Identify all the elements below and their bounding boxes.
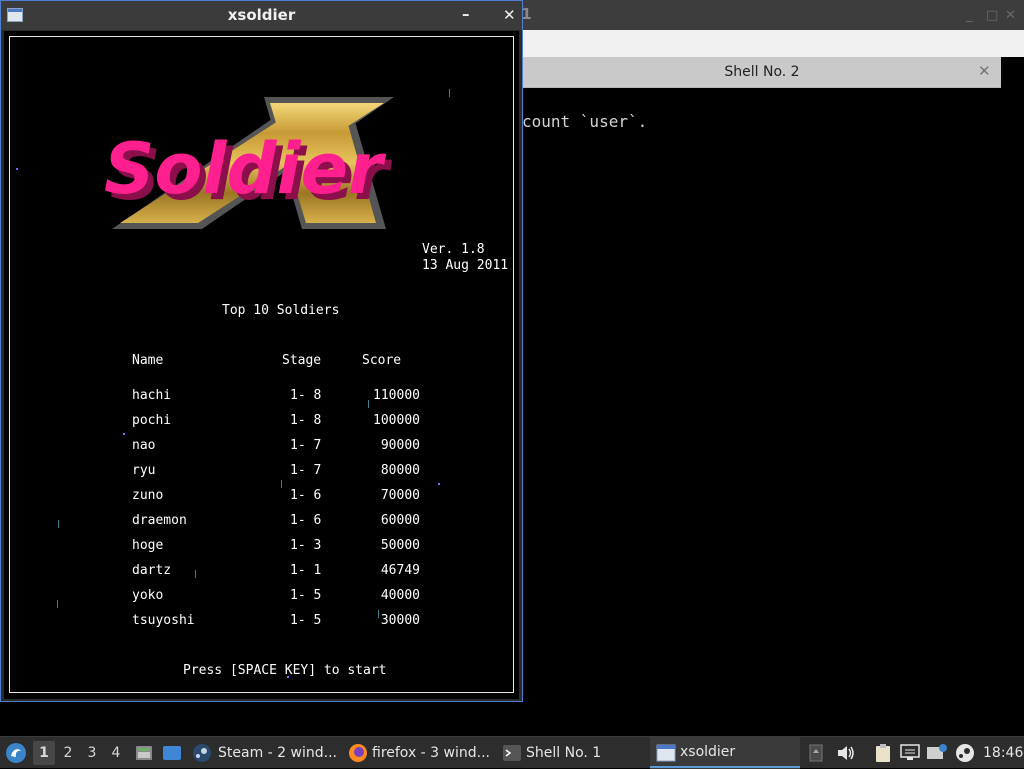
- task-firefox[interactable]: firefox - 3 wind...: [346, 737, 494, 769]
- score-row-stage: 1- 3: [290, 538, 322, 553]
- score-row-score: 60000: [380, 513, 420, 528]
- score-row-stage: 1- 8: [290, 388, 322, 403]
- score-row-score: 40000: [380, 588, 420, 603]
- score-row-name: hachi: [132, 388, 172, 403]
- score-row-stage: 1- 6: [290, 513, 322, 528]
- terminal-icon: [503, 745, 521, 761]
- logo-text: Soldier: [104, 128, 387, 210]
- task-label: xsoldier: [680, 744, 736, 760]
- terminal-output-line: count `user`.: [522, 112, 648, 131]
- score-row-score: 110000: [373, 388, 420, 403]
- score-row-stage: 1- 6: [290, 488, 322, 503]
- notification-icon[interactable]: [926, 743, 948, 763]
- score-row-name: pochi: [132, 413, 172, 428]
- header-stage: Stage: [282, 353, 322, 368]
- header-score: Score: [362, 353, 402, 368]
- minimize-button[interactable]: –: [462, 5, 470, 23]
- window-title: xsoldier: [227, 6, 296, 24]
- score-row-name: hoge: [132, 538, 164, 553]
- file-manager-icon[interactable]: [134, 743, 154, 763]
- task-label: firefox - 3 wind...: [372, 745, 490, 761]
- task-shell-no-1[interactable]: Shell No. 1: [498, 737, 646, 769]
- xsoldier-logo: Soldier Soldier: [104, 97, 394, 229]
- star-particle: [58, 520, 59, 528]
- window-icon: [656, 744, 676, 762]
- release-date: 13 Aug 2011: [422, 258, 509, 273]
- terminal-close-button[interactable]: ✕: [1005, 8, 1016, 23]
- star-particle: [195, 570, 196, 578]
- task-label: Shell No. 1: [526, 745, 602, 761]
- score-row-stage: 1- 8: [290, 413, 322, 428]
- start-menu-icon[interactable]: [5, 742, 27, 764]
- task-label: Steam - 2 wind...: [218, 745, 337, 761]
- volume-icon[interactable]: [836, 744, 856, 762]
- terminal-maximize-button[interactable]: □: [986, 8, 998, 23]
- game-canvas[interactable]: Soldier Soldier Ver. 1.8 13 Aug 2011 Top…: [4, 31, 519, 699]
- star-particle: [57, 600, 58, 608]
- task-xsoldier[interactable]: xsoldier: [650, 737, 800, 769]
- firefox-icon: [349, 744, 367, 762]
- score-row-name: yoko: [132, 588, 164, 603]
- steam-tray-icon[interactable]: [955, 743, 975, 763]
- score-row-stage: 1- 5: [290, 588, 322, 603]
- xsoldier-titlebar[interactable]: xsoldier – ✕: [1, 1, 522, 30]
- score-row-name: nao: [132, 438, 156, 453]
- clipboard-icon[interactable]: [873, 743, 893, 763]
- workspace-3[interactable]: 3: [81, 745, 103, 761]
- star-particle: [287, 676, 289, 678]
- clock[interactable]: 18:46: [983, 745, 1023, 761]
- score-row-stage: 1- 7: [290, 438, 322, 453]
- score-row-stage: 1- 5: [290, 613, 322, 628]
- star-particle: [449, 89, 450, 97]
- score-row-score: 50000: [380, 538, 420, 553]
- star-particle: [438, 483, 440, 485]
- workspace-2[interactable]: 2: [57, 745, 79, 761]
- network-icon[interactable]: [900, 744, 920, 762]
- score-row-score: 100000: [373, 413, 420, 428]
- start-prompt: Press [SPACE KEY] to start: [183, 663, 387, 678]
- workspace-4[interactable]: 4: [105, 745, 127, 761]
- score-row-name: ryu: [132, 463, 156, 478]
- tab-close-icon[interactable]: ✕: [978, 62, 991, 80]
- score-row-name: draemon: [132, 513, 187, 528]
- score-row-name: tsuyoshi: [132, 613, 195, 628]
- score-row-score: 46749: [380, 563, 420, 578]
- workspace-1[interactable]: 1: [33, 741, 55, 765]
- ranking-title: Top 10 Soldiers: [222, 303, 340, 318]
- tab-label: Shell No. 2: [724, 64, 800, 80]
- score-row-score: 80000: [380, 463, 420, 478]
- star-particle: [16, 168, 18, 170]
- score-row-stage: 1- 1: [290, 563, 322, 578]
- taskbar: 1 2 3 4 Steam - 2 wind... firefox - 3 wi…: [0, 736, 1024, 769]
- version-label: Ver. 1.8: [422, 242, 485, 257]
- xsoldier-window: xsoldier – ✕ Soldier Soldier Ver. 1.8 13…: [0, 0, 523, 702]
- score-row-score: 90000: [380, 438, 420, 453]
- star-particle: [123, 433, 125, 435]
- steam-icon: [193, 744, 211, 762]
- terminal-minimize-button[interactable]: _: [966, 8, 973, 23]
- close-button[interactable]: ✕: [503, 6, 516, 24]
- score-row-score: 30000: [380, 613, 420, 628]
- task-steam[interactable]: Steam - 2 wind...: [190, 737, 338, 769]
- score-row-stage: 1- 7: [290, 463, 322, 478]
- scroll-tray-icon[interactable]: [809, 744, 823, 762]
- score-row-name: dartz: [132, 563, 172, 578]
- score-row-name: zuno: [132, 488, 164, 503]
- tab-shell-no-2[interactable]: Shell No. 2 ✕: [523, 57, 1001, 88]
- score-row-score: 70000: [380, 488, 420, 503]
- show-desktop-icon[interactable]: [162, 743, 182, 763]
- star-particle: [281, 480, 282, 488]
- header-name: Name: [132, 353, 164, 368]
